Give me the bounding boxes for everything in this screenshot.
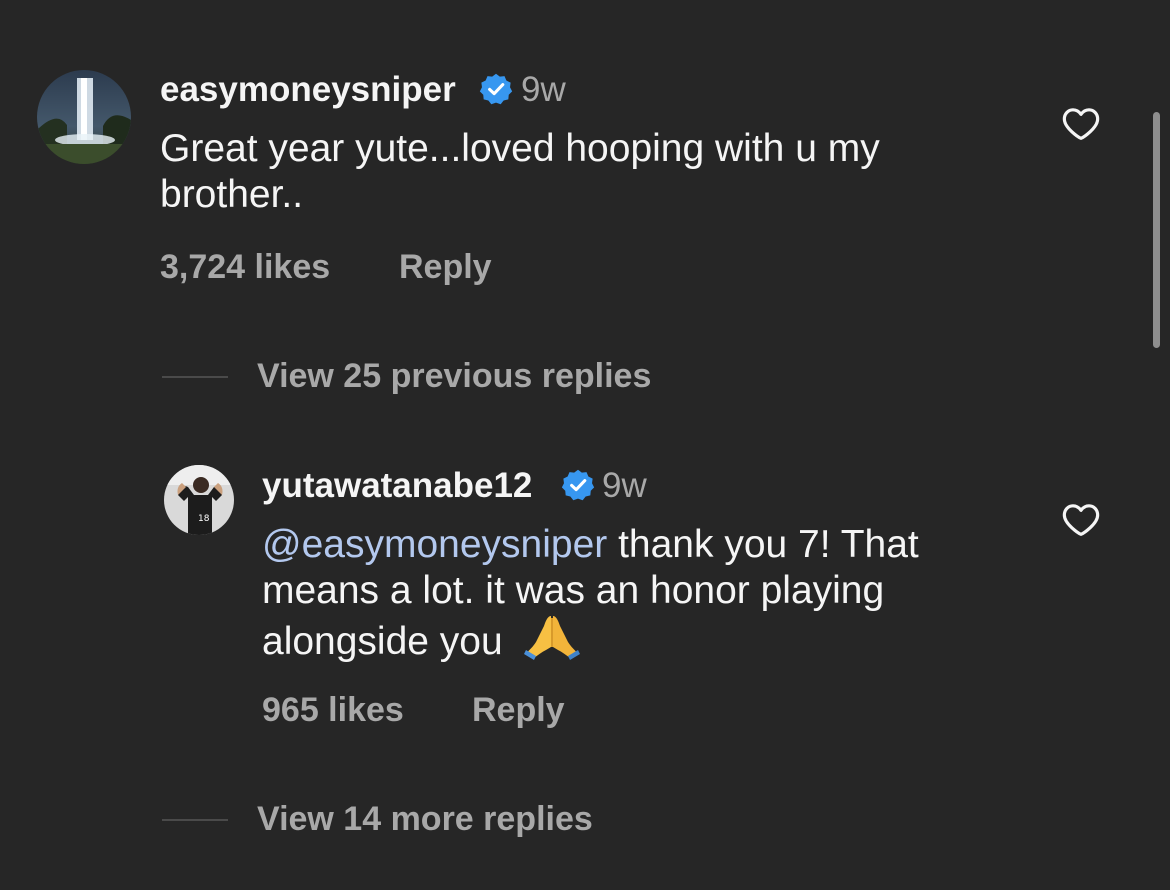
folded-hands-icon <box>523 616 580 660</box>
comment-username[interactable]: easymoneysniper <box>160 70 456 110</box>
reply-button[interactable]: Reply <box>472 690 565 730</box>
comment-timestamp: 9w <box>521 70 566 109</box>
scrollbar[interactable] <box>1153 112 1160 348</box>
reply-username[interactable]: yutawatanabe12 <box>262 466 532 506</box>
reply-button[interactable]: Reply <box>399 247 492 287</box>
reply-timestamp: 9w <box>602 466 647 505</box>
view-more-replies-button[interactable]: View 14 more replies <box>257 799 593 839</box>
avatar-easymoneysniper[interactable] <box>37 70 131 164</box>
heart-outline-icon[interactable] <box>1061 104 1101 144</box>
comment-text: Great year yute...loved hooping with u m… <box>160 127 880 216</box>
verified-badge-icon <box>479 73 513 105</box>
svg-text:18: 18 <box>198 514 210 524</box>
mention-link[interactable]: @easymoneysniper <box>262 523 607 566</box>
view-previous-replies-button[interactable]: View 25 previous replies <box>257 356 651 396</box>
thread-line <box>162 819 228 821</box>
likes-count[interactable]: 965 likes <box>262 690 404 730</box>
avatar-yutawatanabe12[interactable]: 18 <box>164 465 234 535</box>
likes-count[interactable]: 3,724 likes <box>160 247 330 287</box>
reply-text: @easymoneysniper thank you 7! That means… <box>262 522 1012 665</box>
comments-view: easymoneysniper 9w Great year yute...lov… <box>0 0 1170 890</box>
verified-badge-icon <box>561 469 595 501</box>
heart-outline-icon[interactable] <box>1061 500 1101 540</box>
thread-line <box>162 376 228 378</box>
